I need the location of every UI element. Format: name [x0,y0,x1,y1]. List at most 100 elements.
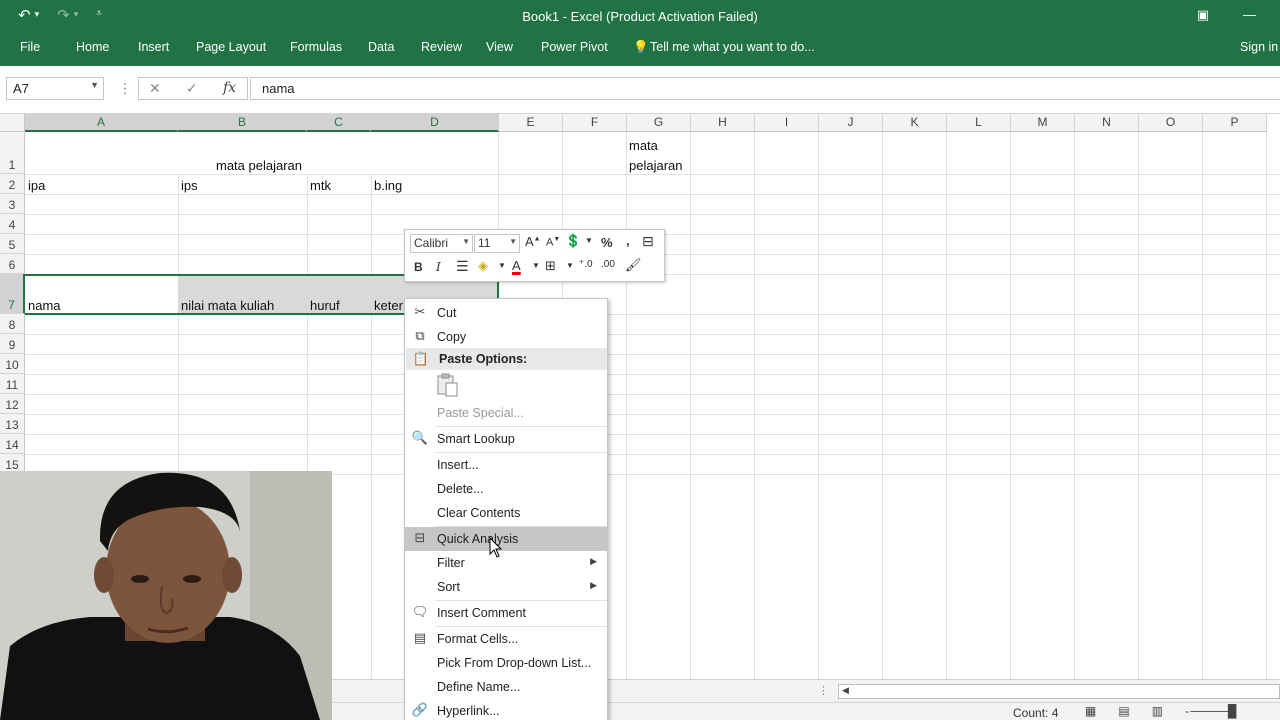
cell-c7[interactable]: huruf [310,298,340,313]
cell-d7[interactable]: keter [374,298,403,313]
chevron-down-icon[interactable]: ▼ [509,237,517,246]
increase-decimal-icon[interactable]: ⁺.0 [579,259,593,270]
column-header-f[interactable]: F [563,114,627,132]
cancel-icon[interactable]: ✕ [149,80,161,97]
menu-item-filter[interactable]: Filter ▶ [405,551,607,575]
menu-item-quick-analysis[interactable]: ⊟ Quick Analysis [405,527,607,551]
row-header-5[interactable]: 5 [0,234,25,254]
tab-power-pivot[interactable]: Power Pivot [541,40,608,54]
column-header-b[interactable]: B [178,114,307,132]
column-header-p[interactable]: P [1203,114,1267,132]
column-header-l[interactable]: L [947,114,1011,132]
name-box[interactable]: A7 ▼ [6,77,104,100]
tab-data[interactable]: Data [368,40,394,54]
cell-a1-merged[interactable]: mata pelajaran [216,158,302,173]
row-header-8[interactable]: 8 [0,314,25,334]
column-header-d[interactable]: D [371,114,499,132]
menu-item-cut[interactable]: ✂ Cut [405,301,607,325]
row-header-1[interactable]: 1 [0,132,25,174]
row-header-6[interactable]: 6 [0,254,25,274]
cell-c2[interactable]: mtk [310,178,331,193]
borders-icon[interactable]: ⊞ [545,258,556,274]
tab-home[interactable]: Home [76,40,109,54]
menu-item-insert[interactable]: Insert... [405,453,607,477]
menu-item-clear-contents[interactable]: Clear Contents [405,501,607,525]
menu-item-hyperlink[interactable]: 🔗 Hyperlink... [405,699,607,720]
menu-item-pick-from-list[interactable]: Pick From Drop-down List... [405,651,607,675]
cell-g1-line2[interactable]: pelajaran [629,158,683,173]
row-header-10[interactable]: 10 [0,354,25,374]
percent-style-icon[interactable]: % [601,235,613,250]
insert-function-icon[interactable]: fx [223,80,236,96]
tab-view[interactable]: View [486,40,513,54]
column-header-n[interactable]: N [1075,114,1139,132]
row-header-3[interactable]: 3 [0,194,25,214]
column-header-a[interactable]: A [25,114,178,132]
menu-item-insert-comment[interactable]: 🗨 Insert Comment [405,601,607,625]
row-header-13[interactable]: 13 [0,414,25,434]
column-header-c[interactable]: C [307,114,371,132]
row-header-9[interactable]: 9 [0,334,25,354]
menu-item-sort[interactable]: Sort ▶ [405,575,607,599]
chevron-down-icon[interactable]: ▼ [585,236,593,245]
comma-style-icon[interactable]: , [626,233,630,248]
select-all-corner[interactable] [0,114,25,132]
formula-input[interactable]: nama [250,77,1280,100]
row-header-2[interactable]: 2 [0,174,25,194]
chevron-down-icon[interactable]: ▼ [498,261,506,270]
cell-d2[interactable]: b.ing [374,178,402,193]
chevron-down-icon[interactable]: ▼ [90,80,99,90]
tab-formulas[interactable]: Formulas [290,40,342,54]
paste-clipboard-icon[interactable] [437,373,459,397]
cell-b2[interactable]: ips [181,178,198,193]
italic-icon[interactable]: I [436,260,441,274]
decrease-font-icon[interactable]: A▼ [546,236,560,249]
chevron-down-icon[interactable]: ▼ [566,261,574,270]
menu-item-format-cells[interactable]: ▤ Format Cells... [405,627,607,651]
enter-icon[interactable]: ✓ [186,80,198,97]
center-align-icon[interactable]: ☰ [456,258,469,275]
cell-a2[interactable]: ipa [28,178,45,193]
page-layout-view-icon[interactable]: ▤ [1118,704,1129,718]
column-header-k[interactable]: K [883,114,947,132]
column-header-j[interactable]: J [819,114,883,132]
format-table-icon[interactable]: ⊟ [642,233,654,250]
row-header-11[interactable]: 11 [0,374,25,394]
cell-g1-line1[interactable]: mata [629,138,658,153]
vertical-dots-icon[interactable]: ⋮ [818,684,829,697]
tab-insert[interactable]: Insert [138,40,169,54]
column-header-o[interactable]: O [1139,114,1203,132]
tab-page-layout[interactable]: Page Layout [196,40,266,54]
sign-in-link[interactable]: Sign in [1240,40,1278,54]
column-header-g[interactable]: G [627,114,691,132]
tab-review[interactable]: Review [421,40,462,54]
zoom-slider-icon[interactable]: - ─────█ [1185,704,1236,718]
column-header-h[interactable]: H [691,114,755,132]
increase-font-icon[interactable]: A▲ [525,234,541,249]
format-painter-icon[interactable]: 🖌 [625,257,642,273]
scroll-left-icon[interactable]: ◀ [842,685,849,696]
chevron-down-icon[interactable]: ▼ [532,261,540,270]
menu-item-delete[interactable]: Delete... [405,477,607,501]
menu-item-copy[interactable]: ⧉ Copy [405,325,607,349]
row-header-14[interactable]: 14 [0,434,25,454]
column-header-i[interactable]: I [755,114,819,132]
accounting-format-icon[interactable]: 💲 [565,233,581,249]
menu-item-smart-lookup[interactable]: 🔍 Smart Lookup [405,427,607,451]
normal-view-icon[interactable]: ▦ [1085,704,1096,718]
chevron-down-icon[interactable]: ▼ [462,237,470,246]
tab-file[interactable]: File [20,40,40,54]
column-header-m[interactable]: M [1011,114,1075,132]
row-header-7[interactable]: 7 [0,274,25,314]
cell-a7[interactable]: nama [28,298,61,313]
horizontal-scrollbar[interactable]: ◀ [838,684,1280,699]
cell-b7[interactable]: nilai mata kuliah [181,298,274,313]
bold-icon[interactable]: B [414,260,423,274]
menu-item-define-name[interactable]: Define Name... [405,675,607,699]
decrease-decimal-icon[interactable]: .00 [601,259,615,270]
ribbon-display-options-icon[interactable]: ▣ [1197,7,1209,23]
row-header-12[interactable]: 12 [0,394,25,414]
row-header-4[interactable]: 4 [0,214,25,234]
font-color-icon[interactable]: A [512,258,521,273]
column-header-e[interactable]: E [499,114,563,132]
